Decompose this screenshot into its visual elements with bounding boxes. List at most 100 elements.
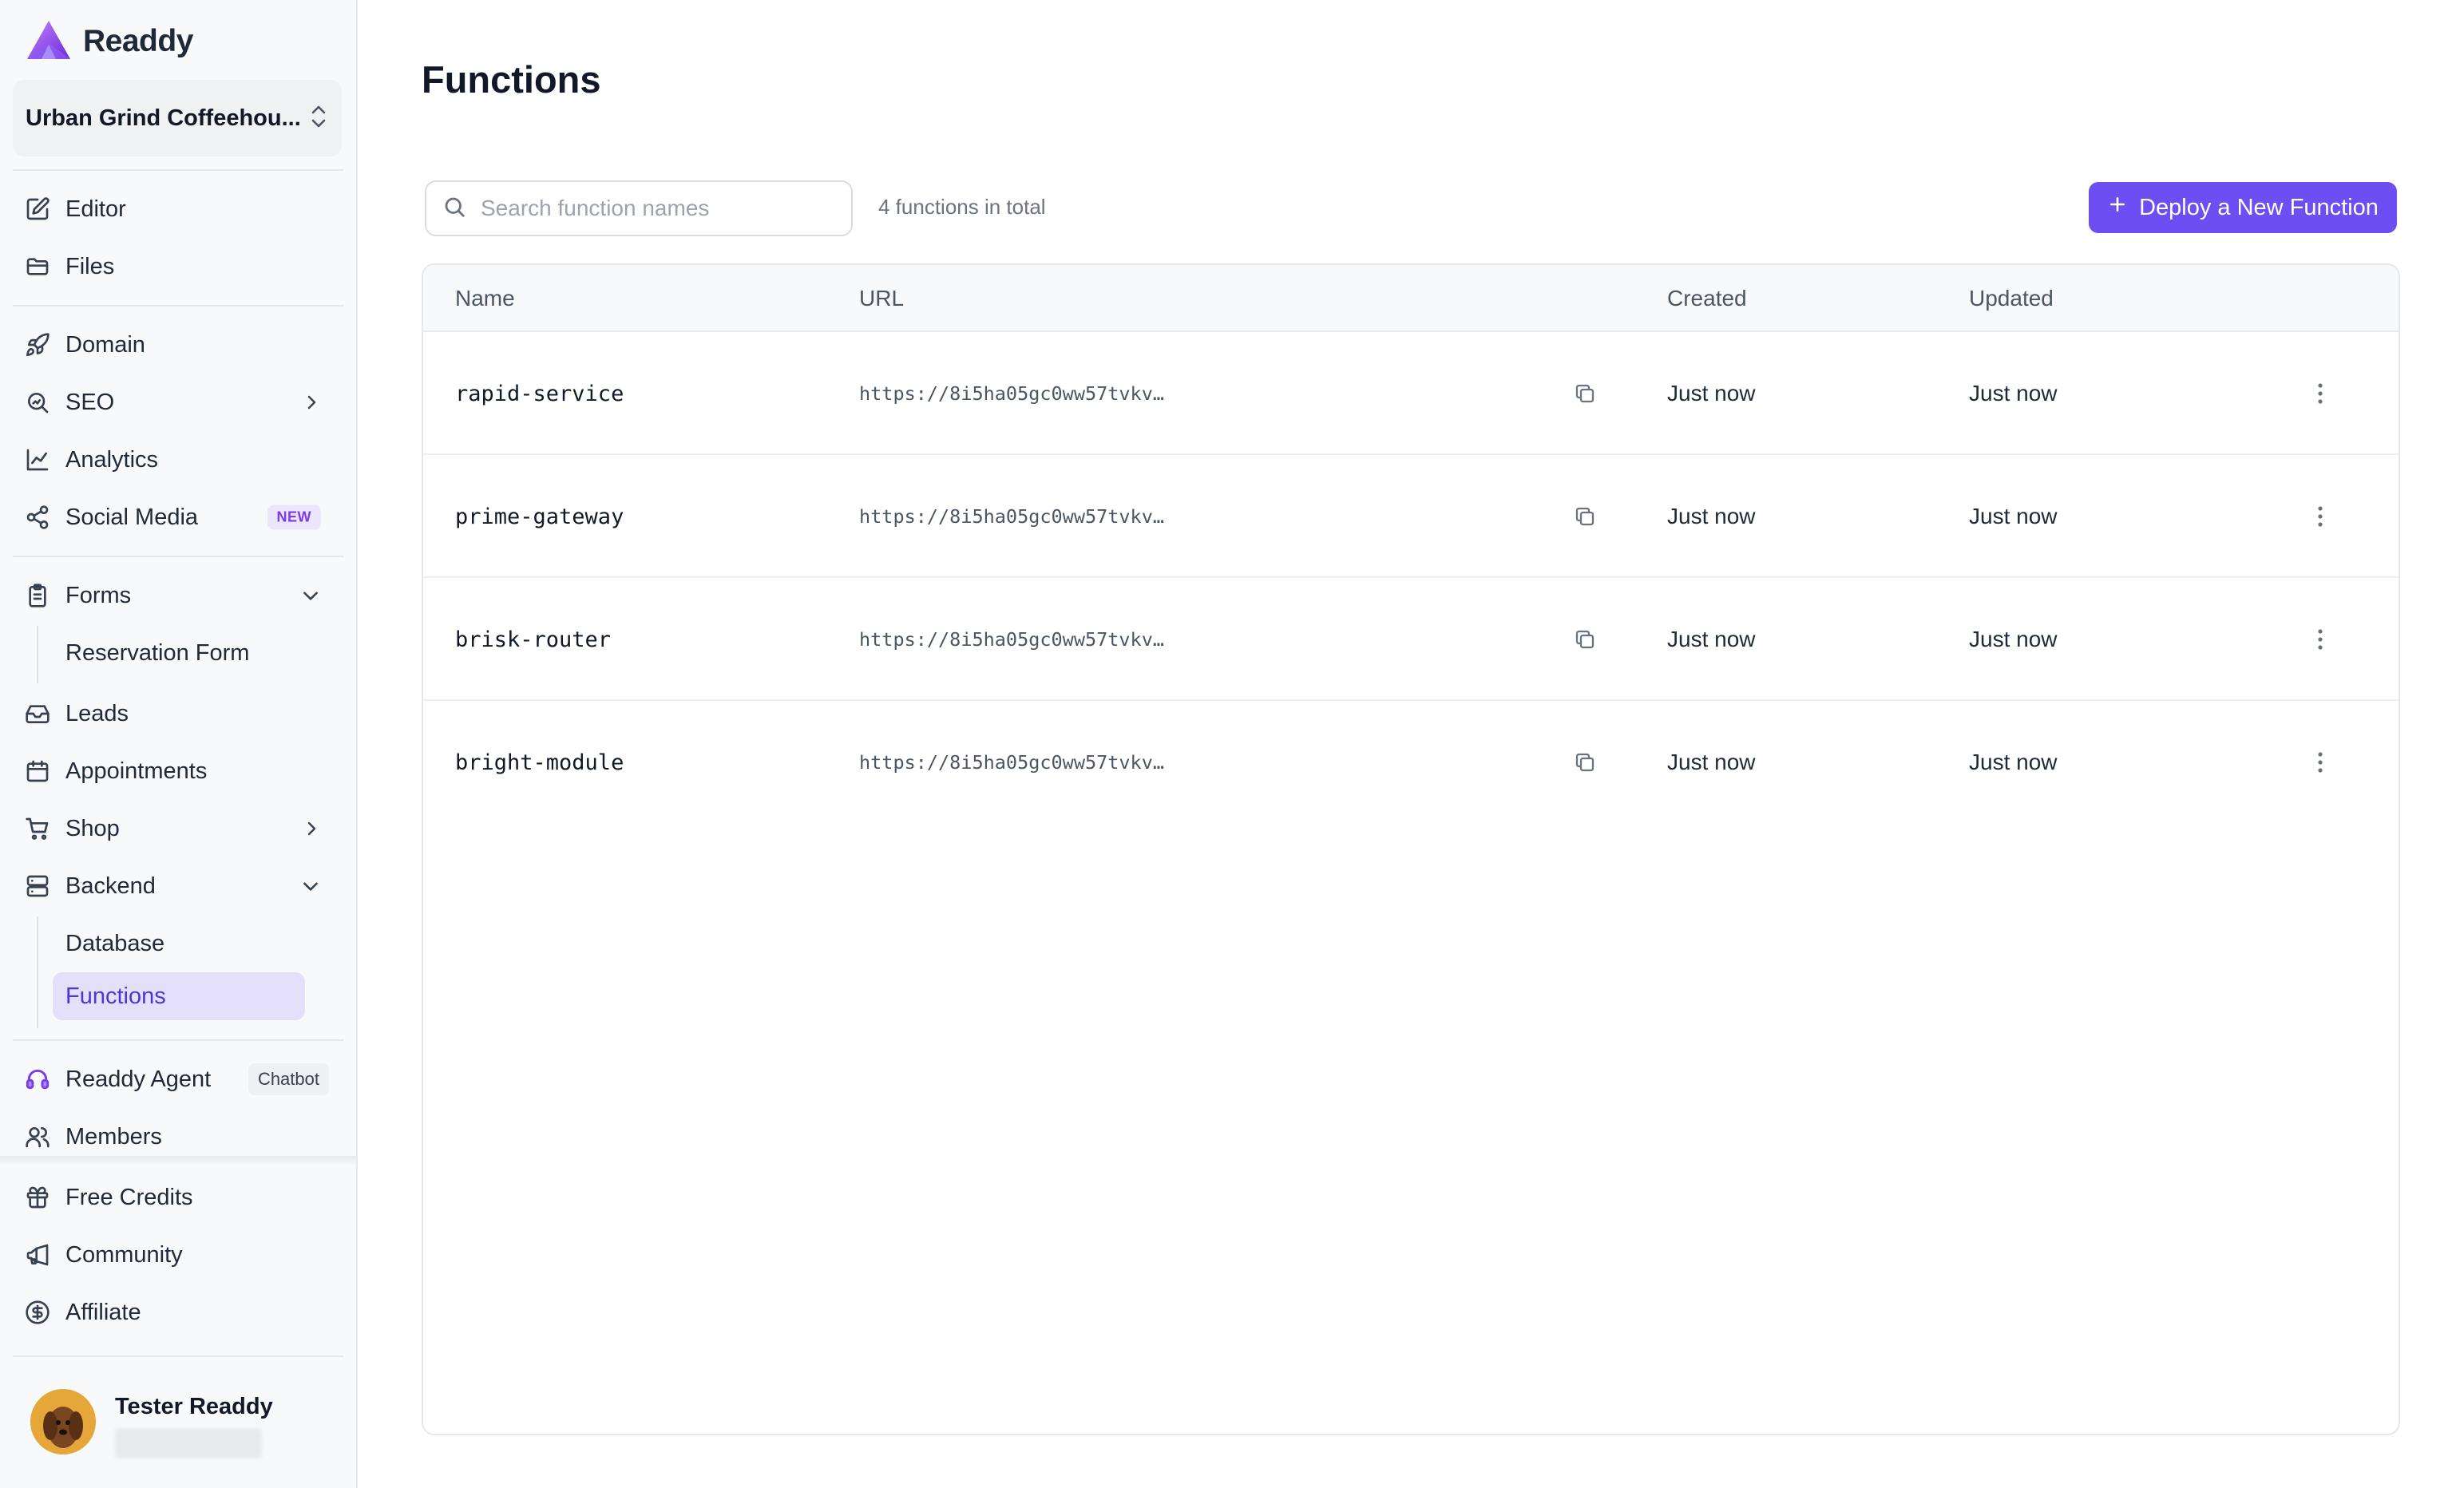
sidebar-subitem-functions[interactable]: Functions	[53, 972, 305, 1020]
rocket-icon	[24, 331, 51, 358]
column-header-name: Name	[455, 286, 515, 311]
table-header: Name URL Created Updated	[423, 265, 2399, 332]
sidebar-subitem-label: Database	[65, 930, 165, 956]
folder-icon	[24, 253, 51, 280]
new-badge: NEW	[267, 505, 321, 530]
sidebar-item-leads[interactable]: Leads	[13, 690, 342, 738]
user-name: Tester Readdy	[115, 1394, 273, 1419]
sidebar-item-label: Appointments	[65, 758, 208, 784]
copy-icon[interactable]	[1573, 505, 1597, 528]
sidebar-item-label: Social Media	[65, 504, 199, 530]
table-row[interactable]: rapid-service https://8i5ha05gc0ww57tvkv…	[423, 332, 2399, 455]
function-url: https://8i5ha05gc0ww57tvkvox.readdyai.bi…	[859, 578, 1175, 701]
function-url-text: https://8i5ha05gc0ww57tvkvox.readdyai.bi…	[859, 505, 1175, 528]
function-url-text: https://8i5ha05gc0ww57tvkvox.readdyai.bi…	[859, 628, 1175, 651]
functions-table: Name URL Created Updated rapid-service h…	[422, 263, 2400, 1435]
divider	[13, 1355, 343, 1357]
search-icon	[442, 195, 466, 223]
updated-at: Just now	[1969, 750, 2058, 774]
share-icon	[24, 504, 51, 531]
chatbot-badge: Chatbot	[248, 1063, 329, 1095]
cart-icon	[24, 815, 51, 842]
divider	[13, 1039, 343, 1041]
headset-icon	[24, 1066, 51, 1093]
plus-icon	[2107, 194, 2128, 221]
sidebar-item-files[interactable]: Files	[13, 243, 342, 291]
more-vertical-icon[interactable]	[2304, 623, 2336, 655]
chevron-right-icon	[302, 819, 321, 838]
sidebar-item-seo[interactable]: SEO	[13, 378, 342, 426]
updated-at: Just now	[1969, 627, 2058, 651]
function-name: brisk-router	[455, 627, 612, 652]
column-header-created: Created	[1667, 286, 1747, 311]
page-title: Functions	[422, 58, 601, 101]
copy-icon[interactable]	[1573, 627, 1597, 651]
sidebar-subitem-database[interactable]: Database	[53, 920, 164, 968]
scroll-shadow	[0, 1156, 356, 1165]
sidebar-subitem-reservation-form[interactable]: Reservation Form	[53, 629, 249, 677]
function-url-text: https://8i5ha05gc0ww57tvkvox.readdyai.bi…	[859, 751, 1175, 774]
sidebar-item-domain[interactable]: Domain	[13, 321, 342, 369]
clipboard-icon	[24, 582, 51, 609]
function-name: prime-gateway	[455, 504, 624, 529]
sidebar-item-free-credits[interactable]: Free Credits	[13, 1173, 342, 1221]
sidebar-item-shop[interactable]: Shop	[13, 805, 342, 853]
inbox-icon	[24, 700, 51, 727]
users-icon	[24, 1123, 51, 1150]
sidebar-item-members[interactable]: Members	[13, 1113, 342, 1161]
deploy-function-button[interactable]: Deploy a New Function	[2089, 182, 2397, 233]
workspace-switcher[interactable]: Urban Grind Coffeehou...	[13, 80, 342, 156]
copy-icon[interactable]	[1573, 750, 1597, 774]
chevron-down-icon	[300, 876, 321, 896]
sidebar-item-appointments[interactable]: Appointments	[13, 747, 342, 795]
sidebar-item-analytics[interactable]: Analytics	[13, 436, 342, 484]
sidebar-item-label: Editor	[65, 196, 126, 222]
updated-at: Just now	[1969, 504, 2058, 528]
chevron-updown-icon	[308, 103, 329, 134]
sidebar-item-affiliate[interactable]: Affiliate	[13, 1288, 342, 1336]
sidebar-subitem-label: Reservation Form	[65, 639, 250, 666]
sidebar-item-social-media[interactable]: Social Media NEW	[13, 493, 342, 541]
divider	[13, 305, 343, 307]
search-input[interactable]	[481, 196, 832, 221]
deploy-button-label: Deploy a New Function	[2139, 194, 2379, 220]
sidebar-item-community[interactable]: Community	[13, 1231, 342, 1279]
function-url: https://8i5ha05gc0ww57tvkvox.readdyai.bi…	[859, 701, 1175, 824]
sidebar-item-label: Shop	[65, 815, 120, 841]
sidebar-item-label: Domain	[65, 331, 145, 358]
more-vertical-icon[interactable]	[2304, 746, 2336, 778]
sidebar-item-label: Affiliate	[65, 1299, 141, 1325]
created-at: Just now	[1667, 504, 1756, 528]
table-row[interactable]: prime-gateway https://8i5ha05gc0ww57tvkv…	[423, 455, 2399, 578]
user-email-redacted	[115, 1428, 262, 1458]
readdy-logo-icon	[26, 19, 72, 65]
table-row[interactable]: bright-module https://8i5ha05gc0ww57tvkv…	[423, 701, 2399, 824]
search-box[interactable]	[425, 180, 853, 236]
server-icon	[24, 873, 51, 900]
created-at: Just now	[1667, 627, 1756, 651]
column-header-url: URL	[859, 286, 905, 311]
calendar-icon	[24, 758, 51, 785]
more-vertical-icon[interactable]	[2304, 378, 2336, 410]
sidebar-item-readdy-agent[interactable]: Readdy Agent Chatbot	[13, 1055, 342, 1103]
sidebar-item-forms[interactable]: Forms	[13, 572, 342, 619]
function-url: https://8i5ha05gc0ww57tvkvox.readdyai.bi…	[859, 455, 1175, 578]
function-count: 4 functions in total	[878, 195, 1046, 219]
search-chart-icon	[24, 389, 51, 416]
megaphone-icon	[24, 1241, 51, 1268]
brand[interactable]: Readdy	[26, 19, 193, 64]
gift-icon	[24, 1184, 51, 1211]
brand-name: Readdy	[83, 24, 193, 58]
sidebar-item-label: Files	[65, 253, 115, 279]
sidebar-item-editor[interactable]: Editor	[13, 185, 342, 233]
function-name: rapid-service	[455, 381, 624, 406]
sidebar-item-label: Community	[65, 1241, 183, 1268]
sidebar-item-label: Forms	[65, 582, 132, 608]
table-row[interactable]: brisk-router https://8i5ha05gc0ww57tvkvo…	[423, 578, 2399, 701]
copy-icon[interactable]	[1573, 382, 1597, 406]
sidebar-item-backend[interactable]: Backend	[13, 862, 342, 910]
sidebar-item-label: Backend	[65, 873, 156, 899]
user-profile[interactable]: Tester Readdy	[30, 1389, 273, 1458]
more-vertical-icon[interactable]	[2304, 501, 2336, 532]
sidebar-subitem-label: Functions	[65, 983, 166, 1009]
